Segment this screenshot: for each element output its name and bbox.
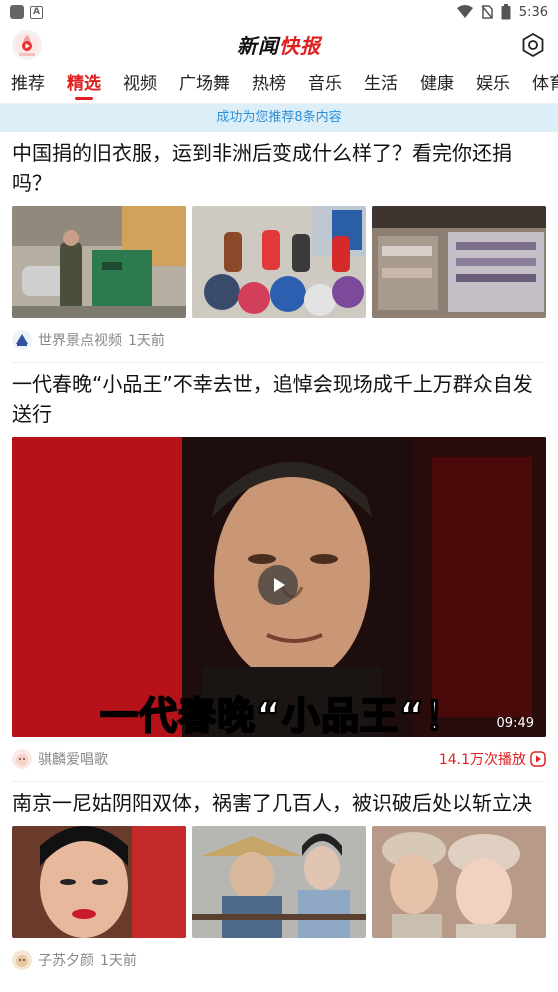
thumbnail-image[interactable] [12,206,186,318]
play-button[interactable] [258,565,298,605]
publish-time: 1天前 [128,333,165,349]
thumbnail-image[interactable] [192,206,366,318]
status-right: 5:36 [456,4,548,20]
source-avatar-icon [12,330,32,350]
divider [12,362,546,363]
play-count-icon [530,751,546,767]
app-title: 新闻快报 [227,30,331,59]
play-icon [274,578,285,592]
source-name[interactable]: 子苏夕颜 [38,950,94,970]
article-meta: 骐麟爱唱歌 14.1万次播放 [12,737,546,781]
a-notification-icon: A [30,5,43,19]
refresh-banner: 成功为您推荐8条内容 [0,104,558,132]
status-time: 5:36 [518,4,548,20]
wifi-icon [456,5,473,18]
tab-square-dance[interactable]: 广场舞 [179,64,230,103]
no-sim-icon [481,5,493,19]
thumbnail-image[interactable] [192,826,366,938]
tab-entertainment[interactable]: 娱乐 [476,64,510,103]
thumbnail-image[interactable] [372,826,546,938]
video-player-thumbnail[interactable]: 一代春晚“小品王“！ 09:49 [12,437,546,737]
source-name[interactable]: 骐麟爱唱歌 [38,749,108,769]
app-title-left: 新闻 [237,33,279,58]
article-thumbnails[interactable] [12,206,546,318]
divider [12,781,546,782]
article-card[interactable]: 中国捐的旧衣服，运到非洲后变成什么样了？看完你还捐吗？ 世界景点视频 1天前 [0,138,558,363]
publish-time: 1天前 [100,953,137,969]
app-title-accent: 快报 [279,33,321,58]
source-avatar-icon [12,950,32,970]
article-meta: 世界景点视频 1天前 [12,318,546,362]
settings-icon[interactable] [520,32,546,58]
tab-hot-list[interactable]: 热榜 [252,64,286,103]
battery-icon [501,4,511,20]
video-duration: 09:49 [496,716,534,731]
article-title[interactable]: 一代春晚“小品王”不幸去世，追悼会现场成千上万群众自发送行 [12,369,546,429]
article-thumbnails[interactable] [12,826,546,938]
app-header: 新闻快报 [0,24,558,64]
tab-featured[interactable]: 精选 [67,64,101,103]
video-caption: 一代春晚“小品王“！ [99,685,464,737]
video-caption-name: 小品王 [281,693,399,737]
status-bar: A 5:36 [0,0,558,24]
tab-health[interactable]: 健康 [420,64,454,103]
tab-sports[interactable]: 体育 [532,64,558,103]
video-caption-suffix: “！ [398,693,464,737]
thumbnail-image[interactable] [12,826,186,938]
article-meta: 子苏夕颜 1天前 [12,938,546,982]
article-card[interactable]: 南京一尼姑阴阳双体，祸害了几百人，被识破后处以斩立决 子苏夕颜 1天前 [0,788,558,982]
play-count-text: 14.1万次播放 [438,752,526,768]
tab-music[interactable]: 音乐 [308,64,342,103]
article-title[interactable]: 南京一尼姑阴阳双体，祸害了几百人，被识破后处以斩立决 [12,788,546,818]
tab-video[interactable]: 视频 [123,64,157,103]
video-caption-prefix: 一代春晚“ [99,693,282,737]
source-name[interactable]: 世界景点视频 [38,330,122,350]
notification-icon [10,5,24,19]
article-card-video[interactable]: 一代春晚“小品王”不幸去世，追悼会现场成千上万群众自发送行 一代春晚“小品王“！… [0,369,558,782]
category-tabs: 推荐 精选 视频 广场舞 热榜 音乐 生活 健康 娱乐 体育 [0,64,558,104]
source-avatar-icon [12,749,32,769]
app-logo-icon[interactable] [12,30,42,60]
thumbnail-image[interactable] [372,206,546,318]
tab-life[interactable]: 生活 [364,64,398,103]
status-left: A [10,5,43,19]
play-count: 14.1万次播放 [439,749,546,769]
article-title[interactable]: 中国捐的旧衣服，运到非洲后变成什么样了？看完你还捐吗？ [12,138,546,198]
tab-recommend[interactable]: 推荐 [11,64,45,103]
